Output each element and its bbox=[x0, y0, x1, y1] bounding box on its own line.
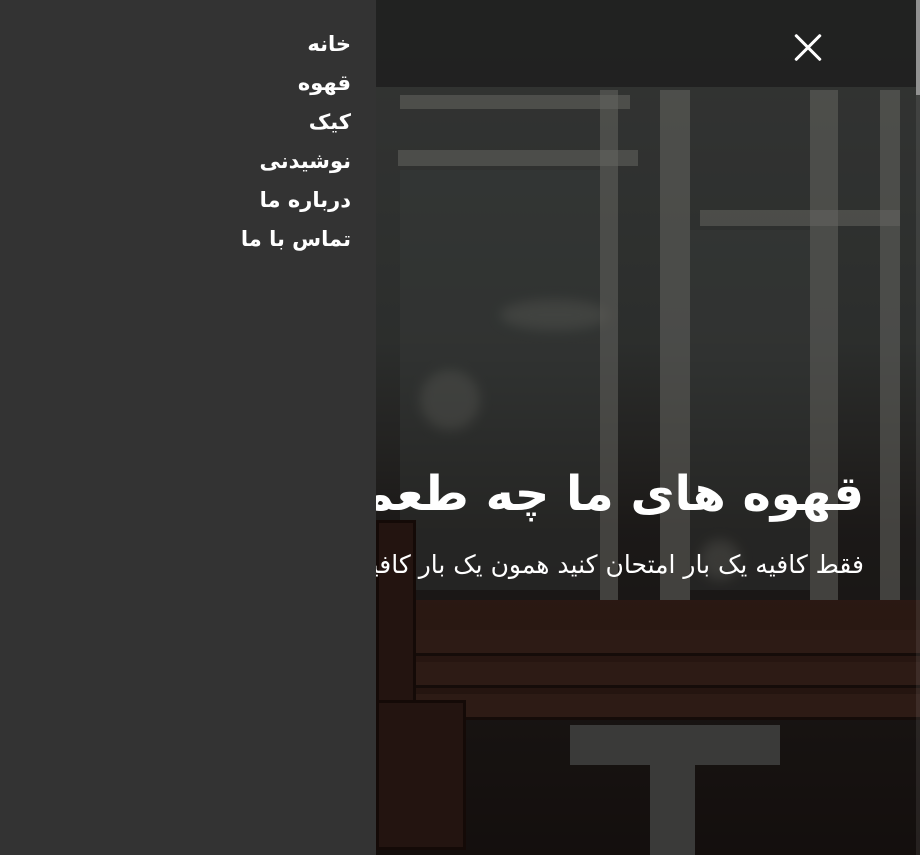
scrollbar-thumb[interactable] bbox=[916, 0, 920, 95]
nav-item-contact[interactable]: تماس با ما bbox=[0, 225, 351, 264]
nav-item-home[interactable]: خانه bbox=[0, 30, 351, 69]
nav-item-about[interactable]: درباره ما bbox=[0, 186, 351, 225]
nav-item-cake[interactable]: کیک bbox=[0, 108, 351, 147]
page-scrollbar[interactable] bbox=[916, 0, 920, 855]
hero-title: قهوه های ما چه طعمی دارند bbox=[376, 466, 864, 522]
top-navbar bbox=[376, 0, 916, 87]
hero-text-block: قهوه های ما چه طعمی دارند فقط کافیه یک ب… bbox=[376, 460, 864, 600]
side-navigation-menu: خانه قهوه کیک نوشیدنی درباره ما تماس با … bbox=[0, 0, 376, 855]
nav-item-drinks[interactable]: نوشیدنی bbox=[0, 147, 351, 186]
nav-item-coffee[interactable]: قهوه bbox=[0, 69, 351, 108]
close-menu-button[interactable] bbox=[788, 28, 828, 68]
hero-subtitle: فقط کافیه یک بار امتحان کنید همون یک بار… bbox=[376, 550, 864, 579]
